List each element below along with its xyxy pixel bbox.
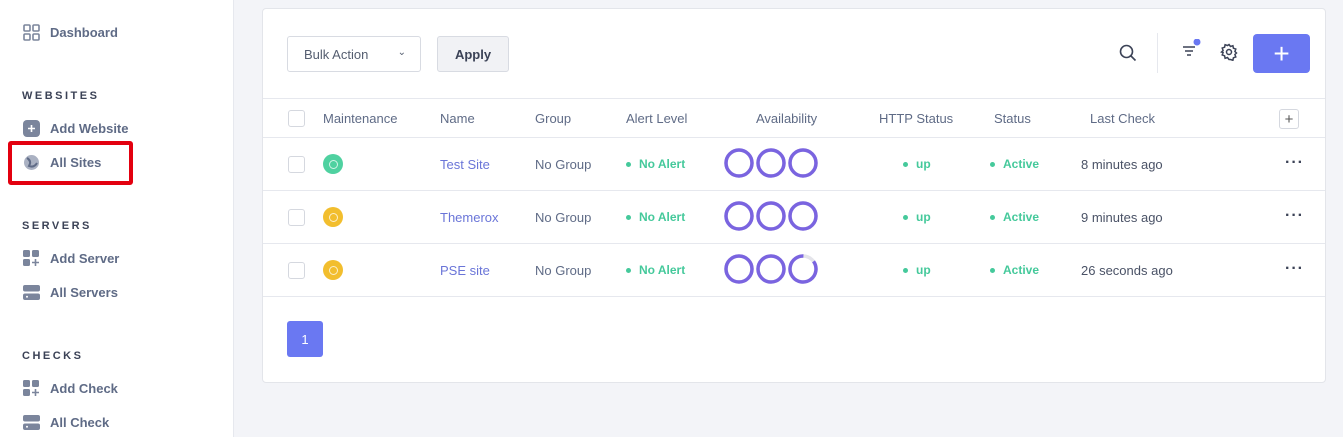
bulk-action-select[interactable]: Bulk Action ⌄ xyxy=(287,36,421,72)
grid-plus-icon xyxy=(22,379,40,397)
apply-button[interactable]: Apply xyxy=(437,36,509,72)
more-options-icon[interactable]: ··· xyxy=(1285,207,1304,225)
column-http-status[interactable]: HTTP Status xyxy=(879,111,953,126)
search-icon[interactable] xyxy=(1119,44,1137,67)
sidebar-item-dashboard[interactable]: Dashboard xyxy=(22,23,118,41)
sidebar-item-label: Dashboard xyxy=(50,24,118,40)
add-column-button[interactable]: + xyxy=(1279,109,1299,129)
server-icon xyxy=(22,283,40,301)
sidebar-item-label: All Servers xyxy=(50,284,118,300)
status-badge: Active xyxy=(990,263,1039,277)
availability-ring xyxy=(724,254,754,284)
http-status-badge: up xyxy=(903,210,931,224)
maintenance-toggle-icon[interactable] xyxy=(323,260,343,280)
column-last-check[interactable]: Last Check xyxy=(1090,111,1155,126)
http-status-badge: up xyxy=(903,157,931,171)
grid-plus-icon xyxy=(22,249,40,267)
plus-square-icon xyxy=(22,119,40,137)
column-group[interactable]: Group xyxy=(535,111,571,126)
sidebar-item-add-website[interactable]: Add Website xyxy=(22,119,129,137)
highlight-box xyxy=(8,141,133,185)
site-name-link[interactable]: Test Site xyxy=(440,157,490,172)
sidebar-item-label: Add Website xyxy=(50,120,129,136)
last-check-cell: 9 minutes ago xyxy=(1081,210,1163,225)
add-button[interactable]: + xyxy=(1253,34,1310,73)
last-check-cell: 8 minutes ago xyxy=(1081,157,1163,172)
group-cell: No Group xyxy=(535,210,592,225)
availability-rings xyxy=(724,201,818,231)
http-status-badge: up xyxy=(903,263,931,277)
group-cell: No Group xyxy=(535,263,592,278)
alert-level-badge: No Alert xyxy=(626,210,685,224)
sidebar-item-add-check[interactable]: Add Check xyxy=(22,379,118,397)
group-cell: No Group xyxy=(535,157,592,172)
column-status[interactable]: Status xyxy=(994,111,1031,126)
alert-level-badge: No Alert xyxy=(626,157,685,171)
status-badge: Active xyxy=(990,157,1039,171)
server-icon xyxy=(22,413,40,431)
chevron-down-icon: ⌄ xyxy=(397,47,406,58)
column-availability[interactable]: Availability xyxy=(756,111,817,126)
select-all-checkbox[interactable] xyxy=(288,110,305,127)
table-header: Maintenance Name Group Alert Level Avail… xyxy=(263,98,1325,138)
availability-ring xyxy=(756,148,786,178)
gear-icon[interactable] xyxy=(1220,43,1238,66)
sidebar-item-all-servers[interactable]: All Servers xyxy=(22,283,118,301)
alert-level-badge: No Alert xyxy=(626,263,685,277)
row-checkbox[interactable] xyxy=(288,156,305,173)
availability-ring xyxy=(788,201,818,231)
sidebar-item-label: Add Server xyxy=(50,250,120,266)
table-row[interactable]: PSE site No Group No Alert up Active 26 … xyxy=(263,244,1325,297)
section-title-checks: CHECKS xyxy=(22,350,84,362)
sidebar-item-label: All Check xyxy=(50,414,110,430)
bulk-action-label: Bulk Action xyxy=(304,47,369,62)
column-maintenance[interactable]: Maintenance xyxy=(323,111,397,126)
availability-ring xyxy=(724,148,754,178)
table-row[interactable]: Themerox No Group No Alert up Active 9 m… xyxy=(263,191,1325,244)
availability-rings xyxy=(724,148,818,178)
table-row[interactable]: Test Site No Group No Alert up Active 8 … xyxy=(263,138,1325,191)
grid-icon xyxy=(22,23,40,41)
maintenance-toggle-icon[interactable] xyxy=(323,207,343,227)
section-title-websites: WEBSITES xyxy=(22,90,100,102)
availability-ring xyxy=(724,201,754,231)
status-badge: Active xyxy=(990,210,1039,224)
sidebar-item-all-check[interactable]: All Check xyxy=(22,413,109,431)
site-name-link[interactable]: PSE site xyxy=(440,263,490,278)
filter-icon[interactable] xyxy=(1181,38,1201,64)
sidebar-item-label: Add Check xyxy=(50,380,118,396)
row-checkbox[interactable] xyxy=(288,262,305,279)
availability-ring xyxy=(788,254,818,284)
column-alert-level[interactable]: Alert Level xyxy=(626,111,687,126)
more-options-icon[interactable]: ··· xyxy=(1285,260,1304,278)
site-name-link[interactable]: Themerox xyxy=(440,210,499,225)
sidebar: Dashboard WEBSITES Add Website All Sites… xyxy=(0,0,234,437)
sites-card: Bulk Action ⌄ Apply + Maintenance Name Gr… xyxy=(262,8,1326,383)
availability-ring xyxy=(756,201,786,231)
last-check-cell: 26 seconds ago xyxy=(1081,263,1173,278)
more-options-icon[interactable]: ··· xyxy=(1285,154,1304,172)
divider xyxy=(1157,33,1158,73)
section-title-servers: SERVERS xyxy=(22,220,92,232)
maintenance-toggle-icon[interactable] xyxy=(323,154,343,174)
row-checkbox[interactable] xyxy=(288,209,305,226)
availability-rings xyxy=(724,254,818,284)
sidebar-item-add-server[interactable]: Add Server xyxy=(22,249,119,267)
page-1-button[interactable]: 1 xyxy=(287,321,323,357)
availability-ring xyxy=(756,254,786,284)
availability-ring xyxy=(788,148,818,178)
column-name[interactable]: Name xyxy=(440,111,475,126)
